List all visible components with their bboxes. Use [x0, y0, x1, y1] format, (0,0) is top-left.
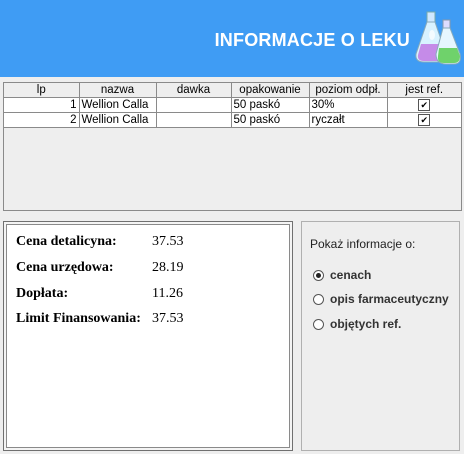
funding-limit-row: Limit Finansowania: 37.53: [16, 311, 184, 327]
surcharge-value: 11.26: [152, 286, 183, 301]
cell-opakowanie: 50 paskó: [231, 112, 310, 128]
cell-nazwa: Wellion Calla: [79, 97, 157, 113]
show-info-panel: Pokaż informacje o: cenach opis farmaceu…: [301, 221, 460, 451]
retail-price-row: Cena detalicyna: 37.53: [16, 234, 184, 250]
price-info-panel: Cena detalicyna: 37.53 Cena urzędowa: 28…: [3, 221, 293, 451]
cell-poziom: 30%: [309, 97, 388, 113]
jest-ref-checkbox[interactable]: ✔: [418, 98, 431, 111]
radio-label: objętych ref.: [330, 317, 402, 331]
table-header-row: lp nazwa dawka opakowanie poziom odpł. j…: [4, 83, 461, 98]
show-info-title: Pokaż informacje o:: [310, 237, 416, 251]
funding-limit-value: 37.53: [152, 311, 184, 326]
cell-jest-ref: ✔: [387, 97, 461, 113]
surcharge-label: Dopłata:: [16, 286, 69, 301]
retail-price-value: 37.53: [152, 234, 184, 249]
funding-limit-label: Limit Finansowania:: [16, 311, 141, 326]
column-header-lp[interactable]: lp: [4, 83, 80, 98]
retail-price-label: Cena detalicyna:: [16, 234, 117, 249]
column-header-dawka[interactable]: dawka: [156, 83, 232, 98]
cell-nazwa: Wellion Calla: [79, 112, 157, 128]
drug-table-panel: lp nazwa dawka opakowanie poziom odpł. j…: [3, 82, 462, 211]
cell-poziom: ryczałt: [309, 112, 388, 128]
header-bar: INFORMACJE O LEKU: [0, 0, 464, 77]
radio-option-cenach[interactable]: cenach: [313, 268, 371, 282]
cell-opakowanie: 50 paskó: [231, 97, 310, 113]
cell-dawka: [156, 112, 232, 128]
chemistry-flasks-icon: [415, 11, 461, 65]
jest-ref-checkbox[interactable]: ✔: [418, 113, 431, 126]
official-price-label: Cena urzędowa:: [16, 260, 114, 275]
radio-button[interactable]: [313, 318, 324, 330]
drug-table: lp nazwa dawka opakowanie poziom odpł. j…: [4, 83, 461, 128]
column-header-nazwa[interactable]: nazwa: [79, 83, 157, 98]
surcharge-row: Dopłata: 11.26: [16, 286, 183, 302]
official-price-value: 28.19: [152, 260, 184, 275]
table-row[interactable]: 1 Wellion Calla 50 paskó 30% ✔: [4, 97, 461, 113]
page-title: INFORMACJE O LEKU: [214, 30, 410, 50]
official-price-row: Cena urzędowa: 28.19: [16, 260, 184, 276]
radio-label: opis farmaceutyczny: [330, 292, 449, 306]
radio-button-selected[interactable]: [313, 269, 324, 281]
cell-lp: 1: [4, 97, 80, 113]
cell-dawka: [156, 97, 232, 113]
radio-button[interactable]: [313, 293, 324, 305]
table-row[interactable]: 2 Wellion Calla 50 paskó ryczałt ✔: [4, 112, 461, 128]
radio-option-opis-farmaceutyczny[interactable]: opis farmaceutyczny: [313, 292, 449, 306]
column-header-opakowanie[interactable]: opakowanie: [231, 83, 310, 98]
cell-lp: 2: [4, 112, 80, 128]
cell-jest-ref: ✔: [387, 112, 461, 128]
radio-label: cenach: [330, 268, 372, 282]
column-header-jest-ref[interactable]: jest ref.: [387, 83, 461, 98]
radio-option-objetych-ref[interactable]: objętych ref.: [313, 317, 401, 331]
column-header-poziom[interactable]: poziom odpł.: [309, 83, 388, 98]
